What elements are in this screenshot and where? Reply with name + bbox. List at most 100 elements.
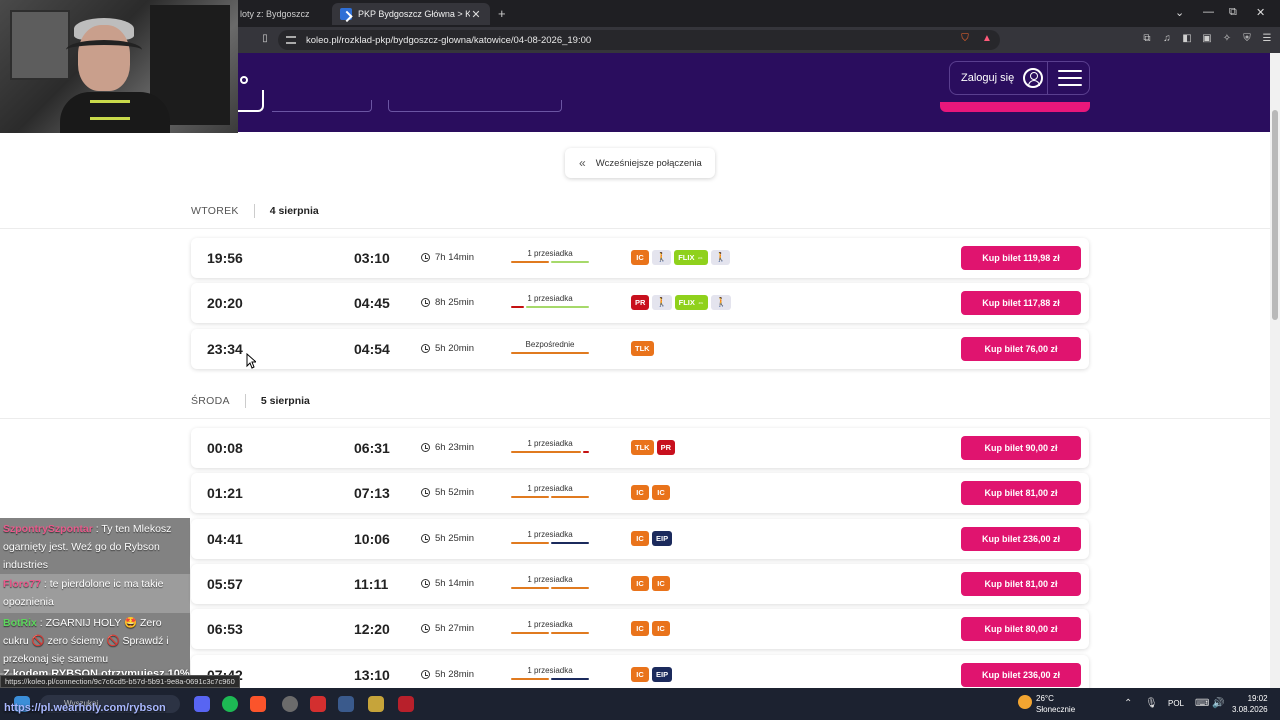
duration: 7h 14min	[421, 252, 474, 263]
search-button-edge[interactable]	[940, 102, 1090, 112]
network-icon[interactable]: ⌨	[1195, 698, 1209, 709]
scrollbar-thumb[interactable]	[1272, 110, 1278, 320]
weather-text: Słonecznie	[1036, 705, 1076, 714]
route-segment	[511, 352, 589, 354]
date: 3.08.2026	[1232, 705, 1268, 714]
clock-icon	[421, 624, 430, 633]
steam-icon[interactable]	[338, 696, 354, 712]
brave-icon[interactable]	[250, 696, 266, 712]
route-segment	[511, 678, 549, 680]
buy-ticket-button[interactable]: Kup bilet 119,98 zł	[961, 246, 1081, 270]
tab-title: PKP Bydgoszcz Główna > Katow	[358, 9, 470, 19]
clock[interactable]: 19:02 3.08.2026	[1232, 693, 1268, 715]
buy-ticket-button[interactable]: Kup bilet 81,00 zł	[961, 572, 1081, 596]
clock-icon	[421, 344, 430, 353]
wallet-icon[interactable]: ▣	[1200, 31, 1214, 45]
address-bar[interactable]: koleo.pl/rozklad-pkp/bydgoszcz-glowna/ka…	[278, 30, 1000, 50]
chat-username: Floro77	[3, 578, 41, 590]
site-info-icon[interactable]	[286, 36, 296, 44]
weather-widget[interactable]: 26°C Słonecznie	[1036, 693, 1075, 715]
tab-search-icon[interactable]: ⌄	[1175, 6, 1184, 19]
day-date: 4 sierpnia	[269, 205, 319, 217]
close-tab-icon[interactable]: ✕	[470, 8, 482, 21]
maximize-button[interactable]: ⧉	[1229, 6, 1237, 19]
connection-row[interactable]: 04:41 10:06 5h 25min 1 przesiadka IC EIP Kup b…	[191, 519, 1089, 559]
vpn-icon[interactable]: ⛨	[1240, 31, 1254, 45]
changes-label: 1 przesiadka	[527, 439, 573, 448]
duration-text: 5h 27min	[435, 623, 475, 634]
duration-text: 5h 52min	[435, 487, 475, 498]
date-field-edge[interactable]	[272, 100, 372, 112]
buy-ticket-button[interactable]: Kup bilet 90,00 zł	[961, 436, 1081, 460]
app-icon[interactable]	[398, 696, 414, 712]
walk-transfer-icon: 🚶	[652, 295, 672, 310]
webcam-overlay	[0, 0, 238, 133]
buy-ticket-button[interactable]: Kup bilet 81,00 zł	[961, 481, 1081, 505]
departure-time: 04:41	[207, 531, 243, 547]
connection-row[interactable]: 19:56 03:10 7h 14min 1 przesiadka IC 🚶 FLIX ⇔ 🚶…	[191, 238, 1089, 278]
connection-row[interactable]: 20:20 04:45 8h 25min 1 przesiadka PR 🚶 FLIX ⇔ 🚶…	[191, 283, 1089, 323]
station-field-edge[interactable]	[238, 90, 264, 112]
route-segment	[583, 451, 589, 453]
discord-icon[interactable]	[194, 696, 210, 712]
connection-row[interactable]: 00:08 06:31 6h 23min 1 przesiadka TLK PR Kup b…	[191, 428, 1089, 468]
media-icon[interactable]: ♫	[1160, 31, 1174, 45]
tray-chevron-icon[interactable]: ⌃	[1124, 698, 1132, 709]
sidebar-icon[interactable]: ◧	[1180, 31, 1194, 45]
brave-rewards-icon[interactable]: ▲	[980, 31, 994, 45]
departure-time: 06:53	[207, 621, 243, 637]
buy-ticket-button[interactable]: Kup bilet 117,88 zł	[961, 291, 1081, 315]
minimize-button[interactable]: —	[1203, 6, 1214, 18]
language-indicator[interactable]: POL	[1168, 699, 1184, 708]
clock-icon	[421, 534, 430, 543]
route-segment	[551, 261, 589, 263]
route-segment	[551, 542, 589, 544]
departure-time: 01:21	[207, 485, 243, 501]
arrival-time: 04:54	[354, 341, 390, 357]
buy-ticket-button[interactable]: Kup bilet 80,00 zł	[961, 617, 1081, 641]
microphone-icon[interactable]: 🎙	[1145, 698, 1158, 709]
buy-ticket-button[interactable]: Kup bilet 236,00 zł	[961, 527, 1081, 551]
weather-sun-icon	[1018, 695, 1032, 709]
carrier-badge: IC	[631, 531, 649, 546]
connection-row[interactable]: 23:34 04:54 5h 20min Bezpośrednie TLK Kup bil…	[191, 329, 1089, 369]
chat-message: SzpontrySzpontar : Ty ten Mlekosz ogarni…	[3, 520, 189, 574]
menu-icon[interactable]: ☰	[1260, 31, 1274, 45]
game-icon[interactable]	[368, 696, 384, 712]
connection-row[interactable]: 05:57 11:11 5h 14min 1 przesiadka IC IC Kup bi…	[191, 564, 1089, 604]
close-window-button[interactable]: ✕	[1256, 6, 1265, 19]
buy-ticket-button[interactable]: Kup bilet 76,00 zł	[961, 337, 1081, 361]
hamburger-menu-icon[interactable]	[1058, 70, 1082, 86]
tab-flights[interactable]: loty z: Bydgoszcz	[232, 3, 326, 25]
obs-icon[interactable]	[282, 696, 298, 712]
app-icon[interactable]	[310, 696, 326, 712]
windows-taskbar	[0, 688, 1280, 720]
carrier-badge: PR	[631, 295, 650, 310]
bookmark-icon[interactable]: ▯	[258, 31, 272, 45]
earlier-connections-button[interactable]: « Wcześniejsze połączenia	[565, 148, 715, 178]
tab-koleo[interactable]: PKP Bydgoszcz Główna > Katow ✕	[332, 3, 490, 25]
extensions-icon[interactable]: ⧉	[1140, 31, 1154, 45]
koleo-favicon-icon	[340, 8, 352, 20]
spotify-icon[interactable]	[222, 696, 238, 712]
walk-transfer-icon: 🚶	[711, 250, 731, 265]
buy-ticket-button[interactable]: Kup bilet 236,00 zł	[961, 663, 1081, 687]
clock-icon	[421, 579, 430, 588]
header-divider	[1047, 62, 1048, 94]
volume-icon[interactable]: 🔊	[1212, 698, 1224, 709]
time-field-edge[interactable]	[388, 100, 562, 112]
time: 19:02	[1247, 694, 1268, 703]
new-tab-button[interactable]: +	[498, 6, 506, 21]
arrival-time: 06:31	[354, 440, 390, 456]
changes-label: 1 przesiadka	[527, 530, 573, 539]
carrier-badges: IC IC	[631, 621, 670, 636]
brave-shield-icon[interactable]: ⛉	[958, 31, 972, 45]
route-segment	[551, 678, 589, 680]
departure-time: 23:34	[207, 341, 243, 357]
leo-ai-icon[interactable]: ✧	[1220, 31, 1234, 45]
connection-row[interactable]: 01:21 07:13 5h 52min 1 przesiadka IC IC Kup bi…	[191, 473, 1089, 513]
duration-text: 6h 23min	[435, 442, 475, 453]
route-segments	[511, 306, 589, 309]
connection-row[interactable]: 06:53 12:20 5h 27min 1 przesiadka IC IC Kup bi…	[191, 609, 1089, 649]
day-name: WTOREK	[191, 205, 239, 217]
